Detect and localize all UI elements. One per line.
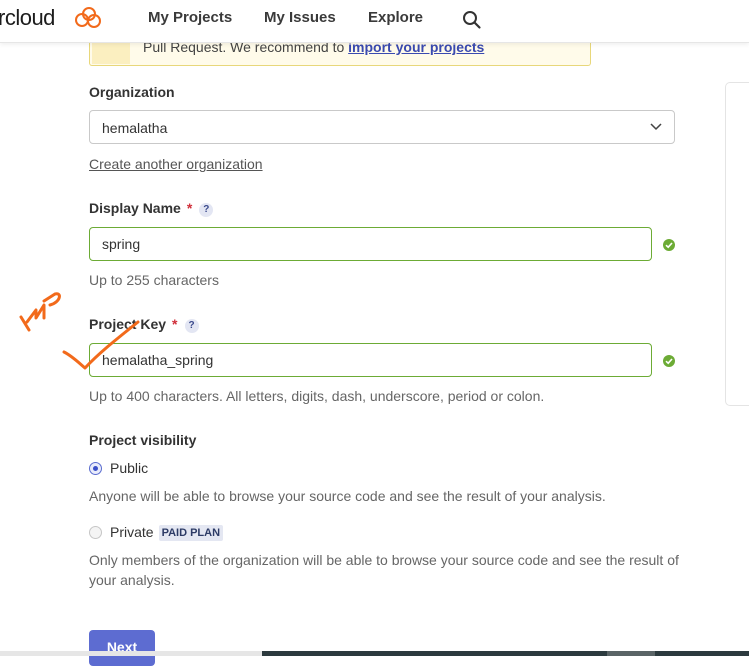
top-navigation-bar: rcloud My Projects My Issues Explore	[0, 0, 749, 43]
project-key-label: Project Key *?	[89, 316, 199, 333]
side-panel	[725, 82, 749, 406]
organization-select[interactable]: hemalatha	[89, 110, 675, 144]
private-label: Private	[110, 524, 154, 540]
project-key-input[interactable]	[89, 343, 652, 377]
required-marker: *	[186, 200, 193, 216]
taskbar-gray-segment	[607, 651, 655, 656]
display-name-label-text: Display Name	[89, 200, 181, 216]
next-button[interactable]: Next	[89, 630, 155, 666]
create-organization-link[interactable]: Create another organization	[89, 156, 263, 172]
search-icon[interactable]	[462, 10, 482, 30]
public-label: Public	[110, 460, 149, 476]
private-description: Only members of the organization will be…	[89, 552, 679, 588]
display-name-input[interactable]	[89, 227, 652, 261]
paid-plan-badge: PAID PLAN	[158, 525, 224, 541]
help-icon[interactable]: ?	[184, 319, 199, 333]
help-icon[interactable]: ?	[199, 203, 214, 217]
nav-my-issues[interactable]: My Issues	[264, 9, 336, 26]
display-name-hint: Up to 255 characters	[89, 272, 219, 288]
public-description: Anyone will be able to browse your sourc…	[89, 488, 606, 504]
display-name-label: Display Name *?	[89, 200, 214, 217]
logo-text: rcloud	[0, 5, 55, 30]
chevron-down-icon	[650, 123, 662, 131]
visibility-private-option[interactable]: Private PAID PLAN	[89, 524, 224, 541]
valid-check-icon	[663, 355, 675, 367]
nav-explore[interactable]: Explore	[368, 9, 423, 26]
cloud-logo-icon	[75, 7, 101, 28]
private-radio[interactable]	[89, 526, 102, 539]
taskbar-dark-segment	[262, 651, 749, 656]
visibility-public-option[interactable]: Public	[89, 460, 148, 476]
organization-selected-value: hemalatha	[102, 120, 168, 136]
project-visibility-label: Project visibility	[89, 432, 197, 448]
nav-my-projects[interactable]: My Projects	[148, 9, 232, 26]
project-key-hint: Up to 400 characters. All letters, digit…	[89, 388, 545, 404]
project-key-label-text: Project Key	[89, 316, 167, 332]
valid-check-icon	[663, 239, 675, 251]
organization-label: Organization	[89, 84, 175, 100]
public-radio[interactable]	[89, 462, 102, 475]
required-marker: *	[172, 316, 178, 332]
